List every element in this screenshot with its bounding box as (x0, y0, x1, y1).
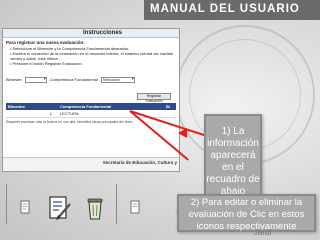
instruction-item: Escriba el contenido de la evaluación en… (10, 51, 176, 61)
evaluation-text: Requiere practicar más la lectura en voz… (6, 120, 134, 124)
screenshot-header: Instrucciones (3, 29, 179, 38)
form-screenshot: Instrucciones Para registrar una nueva e… (2, 28, 180, 172)
column-header: Competencia Fundamental (58, 103, 164, 110)
trash-icon[interactable] (85, 195, 105, 221)
callout-information: 1) La información aparecerá en el recuad… (204, 114, 262, 206)
instructions-heading: Instrucciones (83, 30, 123, 36)
instructions-title: Para registrar una nueva evaluación: (6, 40, 85, 45)
instructions-block: Para registrar una nueva evaluación: Sel… (6, 40, 176, 66)
small-document-icon (130, 200, 140, 214)
competencia-select[interactable]: Seleccione (100, 76, 135, 83)
slide-title: MANUAL DEL USUARIO (150, 3, 300, 15)
table-header-row: Bimestre Competencia Fundamental Bi (6, 103, 176, 110)
column-header: Bi (164, 103, 176, 110)
callout-edit-delete: 2) Para editar o eliminar la evaluación … (177, 194, 316, 232)
pointer-arrowhead (178, 128, 187, 138)
divider (6, 184, 7, 224)
table-cell: 1 (6, 110, 58, 118)
small-document-icon (20, 200, 30, 214)
bimestre-select[interactable] (24, 76, 47, 83)
bimestre-label: Bimestre (6, 77, 22, 82)
divider (116, 184, 117, 224)
signature: Jardi (254, 228, 272, 237)
competencia-label: Competencia Fundamental (49, 77, 98, 82)
footer-text: Secretaría de Educación, Cultura y (102, 160, 177, 165)
table-cell (164, 110, 176, 118)
instruction-item: Presione el botón Registrar Evaluación. (10, 61, 176, 66)
instructions-list: Seleccione el Bimestre y la Competencia … (6, 46, 176, 66)
filter-row: Bimestre Competencia Fundamental Selecci… (6, 75, 176, 84)
column-header: Bimestre (6, 103, 58, 110)
register-evaluation-button[interactable]: Registrar Evaluación (137, 93, 171, 103)
screenshot-footer: Secretaría de Educación, Cultura y (3, 157, 179, 171)
edit-icon[interactable] (47, 195, 73, 221)
